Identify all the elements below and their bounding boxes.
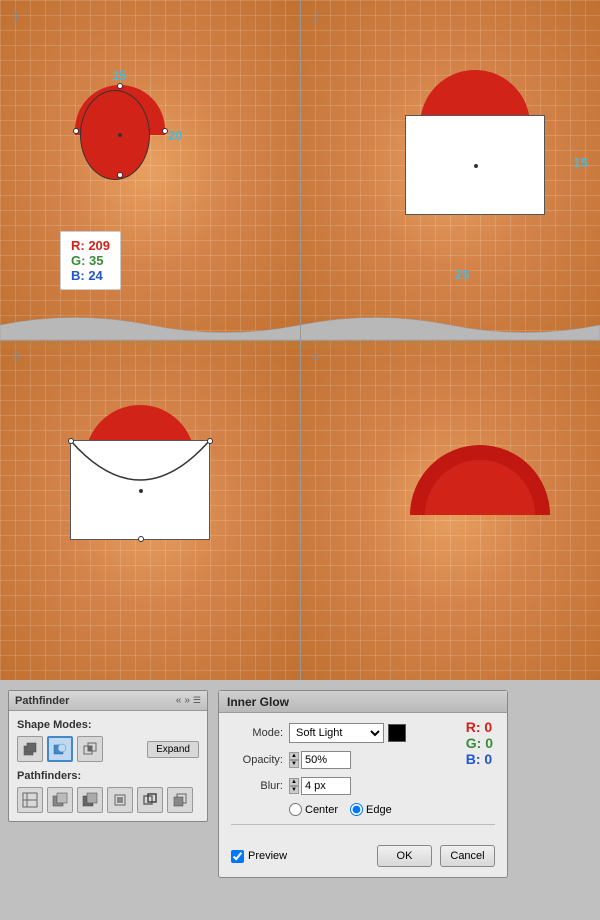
quad-number-2: 2	[312, 8, 320, 24]
q1-ellipse	[80, 90, 150, 180]
inner-glow-titlebar: Inner Glow	[219, 691, 507, 713]
edge-label: Edge	[366, 804, 392, 816]
radio-row: Center Edge	[289, 803, 495, 816]
center-label: Center	[305, 804, 338, 816]
q1-color-r: R: 209	[71, 238, 110, 253]
quad-number-1: 1	[12, 8, 20, 24]
blur-arrows[interactable]: ▲ ▼	[289, 778, 299, 794]
pathfinder-title: Pathfinder	[15, 695, 69, 707]
divide-btn[interactable]	[17, 787, 43, 813]
opacity-row: Opacity: ▲ ▼	[231, 751, 495, 769]
edge-radio[interactable]	[350, 803, 363, 816]
blur-spinner: ▲ ▼	[289, 777, 351, 795]
quadrant-3: 3	[0, 340, 300, 680]
panel-collapse-icon2[interactable]: »	[184, 695, 190, 706]
blur-row: Blur: ▲ ▼	[231, 777, 495, 795]
mode-select-wrapper: NormalSoft LightMultiplyScreen	[289, 723, 406, 743]
shape-modes-label: Shape Modes:	[17, 719, 199, 731]
preview-checkbox-label[interactable]: Preview	[231, 850, 287, 863]
panel-controls: « » ☰	[176, 695, 201, 706]
dialog-footer: Preview OK Cancel	[219, 841, 507, 877]
center-radio[interactable]	[289, 803, 302, 816]
opacity-spinner: ▲ ▼	[289, 751, 351, 769]
opacity-label: Opacity:	[231, 754, 283, 766]
pathfinder-panel: Pathfinder « » ☰ Shape Modes:	[8, 690, 208, 822]
rgb-r: R: 0	[466, 719, 493, 735]
preview-checkbox[interactable]	[231, 850, 244, 863]
mode-row: Mode: NormalSoft LightMultiplyScreen	[231, 723, 495, 743]
rgb-b: B: 0	[466, 751, 493, 767]
q3-anchor-bottom	[138, 536, 144, 542]
shape-modes-row: Expand	[17, 736, 199, 762]
blur-label: Blur:	[231, 780, 283, 792]
q3-anchor-top-right	[207, 438, 213, 444]
cancel-button[interactable]: Cancel	[440, 845, 495, 867]
intersect-btn[interactable]	[77, 736, 103, 762]
minus-front-btn[interactable]	[47, 736, 73, 762]
q1-anchor-left	[73, 128, 79, 134]
quad-number-4: 4	[312, 348, 320, 364]
opacity-arrows[interactable]: ▲ ▼	[289, 752, 299, 768]
horizontal-divider	[0, 340, 600, 341]
panel-menu-icon[interactable]: ☰	[193, 695, 201, 706]
mode-label: Mode:	[231, 727, 283, 739]
inner-glow-dialog: Inner Glow R: 0 G: 0 B: 0 Mode: NormalSo…	[218, 690, 508, 878]
q1-color-g: G: 35	[71, 253, 110, 268]
crop-btn[interactable]	[107, 787, 133, 813]
inner-glow-title: Inner Glow	[227, 695, 289, 709]
q1-label-20: 20	[168, 128, 182, 143]
center-radio-label[interactable]: Center	[289, 803, 338, 816]
quadrant-2: 2 15 25	[300, 0, 600, 340]
unite-btn[interactable]	[17, 736, 43, 762]
preview-label: Preview	[248, 850, 287, 862]
q3-center-dot	[139, 489, 143, 493]
edge-radio-label[interactable]: Edge	[350, 803, 392, 816]
rgb-g: G: 0	[466, 735, 493, 751]
panel-collapse-icon[interactable]: «	[176, 695, 182, 706]
q2-label-15: 15	[574, 155, 588, 170]
blur-down-arrow[interactable]: ▼	[289, 786, 299, 794]
color-swatch[interactable]	[388, 724, 406, 742]
blur-input[interactable]	[301, 777, 351, 795]
opacity-down-arrow[interactable]: ▼	[289, 760, 299, 768]
pathfinder-titlebar: Pathfinder « » ☰	[9, 691, 207, 711]
q3-anchor-top-left	[68, 438, 74, 444]
mode-select[interactable]: NormalSoft LightMultiplyScreen	[289, 723, 384, 743]
merge-btn[interactable]	[77, 787, 103, 813]
ok-button[interactable]: OK	[377, 845, 432, 867]
q1-anchor-top	[117, 83, 123, 89]
canvas-area: 1 15 20 R: 209 G: 35 B: 24 2	[0, 0, 600, 680]
dialog-divider	[231, 824, 495, 825]
quadrant-1: 1 15 20 R: 209 G: 35 B: 24	[0, 0, 300, 340]
quad-number-3: 3	[12, 348, 20, 364]
panels-area: Pathfinder « » ☰ Shape Modes:	[0, 680, 600, 920]
blur-up-arrow[interactable]: ▲	[289, 778, 299, 786]
pathfinders-label: Pathfinders:	[17, 770, 199, 782]
pathfinder-body: Shape Modes:	[9, 711, 207, 821]
outline-btn[interactable]	[137, 787, 163, 813]
inner-glow-body: R: 0 G: 0 B: 0 Mode: NormalSoft LightMul…	[219, 713, 507, 841]
q1-color-b: B: 24	[71, 268, 110, 283]
pathfinders-row	[17, 787, 199, 813]
trim-btn[interactable]	[47, 787, 73, 813]
q1-center-dot	[118, 133, 122, 137]
minus-back-btn[interactable]	[167, 787, 193, 813]
q1-label-15: 15	[112, 68, 126, 83]
q1-color-box: R: 209 G: 35 B: 24	[60, 231, 121, 290]
q2-label-25: 25	[455, 267, 469, 282]
rgb-display: R: 0 G: 0 B: 0	[466, 719, 493, 767]
expand-button[interactable]: Expand	[147, 741, 199, 758]
opacity-input[interactable]	[301, 751, 351, 769]
q2-center-dot	[474, 164, 478, 168]
opacity-up-arrow[interactable]: ▲	[289, 752, 299, 760]
q1-anchor-bottom	[117, 172, 123, 178]
main-container: 1 15 20 R: 209 G: 35 B: 24 2	[0, 0, 600, 920]
quadrant-4: 4	[300, 340, 600, 680]
